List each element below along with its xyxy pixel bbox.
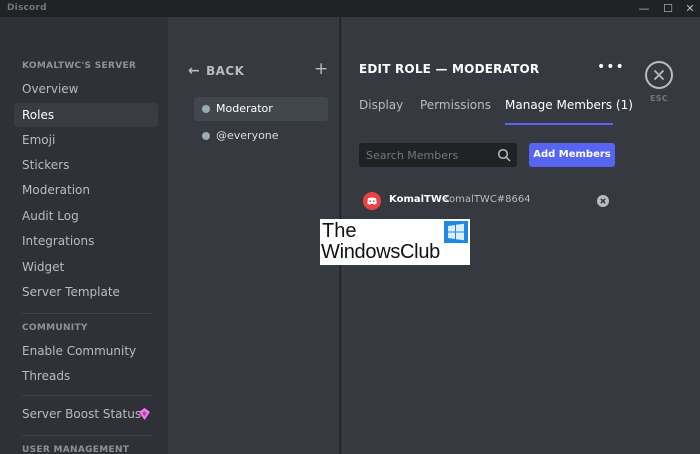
role-color-dot-icon (202, 105, 210, 113)
watermark-text-line1: The (322, 220, 357, 242)
sidebar-item-roles[interactable]: Roles (14, 103, 158, 127)
sidebar-item-threads[interactable]: Threads (14, 364, 158, 388)
role-color-dot-icon (202, 132, 210, 140)
arrow-left-icon: ← (188, 63, 201, 79)
sidebar-item-stickers[interactable]: Stickers (14, 153, 158, 177)
page-title: EDIT ROLE — MODERATOR (359, 62, 540, 76)
active-tab-indicator (505, 123, 613, 125)
role-label: @everyone (216, 129, 279, 142)
close-window-button[interactable]: ✕ (679, 0, 700, 17)
tab-display[interactable]: Display (359, 98, 403, 112)
avatar (363, 192, 381, 210)
member-search[interactable] (359, 143, 517, 167)
community-section-header: COMMUNITY (22, 323, 88, 333)
sidebar-item-overview[interactable]: Overview (14, 77, 158, 101)
watermark-text-line2: WindowsClub (321, 241, 440, 263)
member-name: KomalTWC (389, 194, 450, 205)
roles-list-panel: ← BACK + Moderator @everyone (168, 17, 340, 454)
role-label: Moderator (216, 102, 273, 115)
back-label: BACK (206, 64, 245, 78)
remove-member-icon[interactable] (597, 195, 609, 207)
sidebar-item-integrations[interactable]: Integrations (14, 229, 158, 253)
server-section-header: KOMALTWC'S SERVER (22, 61, 137, 71)
discord-logo-icon (367, 197, 377, 205)
tab-permissions[interactable]: Permissions (420, 98, 491, 112)
close-icon (653, 69, 665, 81)
search-input[interactable] (359, 143, 491, 167)
watermark: The WindowsClub (320, 219, 470, 265)
sidebar-item-widget[interactable]: Widget (14, 255, 158, 279)
sidebar-item-server-template[interactable]: Server Template (14, 280, 158, 304)
settings-sidebar: KOMALTWC'S SERVER Overview Roles Emoji S… (0, 17, 168, 454)
windows-logo-icon (444, 221, 468, 243)
close-settings-button[interactable] (645, 61, 673, 89)
more-options-button[interactable]: ••• (597, 59, 625, 75)
sidebar-divider (22, 395, 152, 396)
role-item-moderator[interactable]: Moderator (194, 97, 328, 121)
role-item-everyone[interactable]: @everyone (194, 124, 328, 148)
search-icon[interactable] (497, 148, 511, 162)
list-item: KomalTWC KomalTWC#8664 (363, 191, 623, 211)
add-role-button[interactable]: + (314, 59, 328, 79)
sidebar-item-enable-community[interactable]: Enable Community (14, 339, 158, 363)
minimize-button[interactable]: — (633, 0, 655, 17)
sidebar-item-server-boost-status[interactable]: Server Boost Status (14, 402, 158, 426)
sidebar-divider (22, 435, 152, 436)
sidebar-item-emoji[interactable]: Emoji (14, 128, 158, 152)
window-titlebar: Discord — ☐ ✕ (0, 0, 700, 17)
sidebar-item-label: Server Boost Status (22, 407, 142, 421)
tab-manage-members[interactable]: Manage Members (1) (505, 98, 633, 112)
add-members-button[interactable]: Add Members (529, 143, 615, 167)
back-button[interactable]: ← BACK (188, 63, 244, 79)
boost-gem-icon (139, 408, 150, 420)
user-management-section-header: USER MANAGEMENT (22, 445, 130, 454)
app-title: Discord (7, 3, 47, 13)
sidebar-item-audit-log[interactable]: Audit Log (14, 204, 158, 228)
maximize-button[interactable]: ☐ (657, 0, 679, 17)
sidebar-divider (22, 313, 152, 314)
sidebar-item-moderation[interactable]: Moderation (14, 178, 158, 202)
esc-label: ESC (650, 94, 668, 103)
member-tag: KomalTWC#8664 (443, 194, 531, 205)
